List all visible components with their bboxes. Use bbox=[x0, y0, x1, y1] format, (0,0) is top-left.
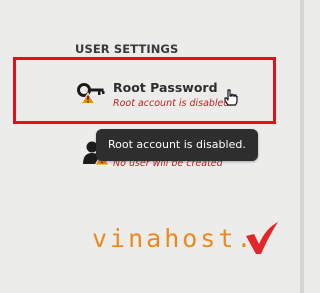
root-password-tooltip: Root account is disabled. bbox=[96, 129, 258, 161]
root-password-spoke[interactable]: Root Password Root account is disabled. bbox=[77, 79, 247, 111]
user-settings-heading: USER SETTINGS bbox=[75, 42, 179, 56]
checkmark-icon bbox=[244, 220, 280, 260]
watermark-text: vinahost. bbox=[92, 224, 255, 253]
vinahost-watermark-logo: vinahost. bbox=[92, 222, 292, 262]
key-icon bbox=[77, 82, 105, 108]
hand-pointer-icon bbox=[224, 89, 238, 110]
root-password-title: Root Password bbox=[113, 80, 218, 95]
root-password-status: Root account is disabled. bbox=[113, 98, 233, 109]
scrollbar-track bbox=[300, 0, 304, 293]
